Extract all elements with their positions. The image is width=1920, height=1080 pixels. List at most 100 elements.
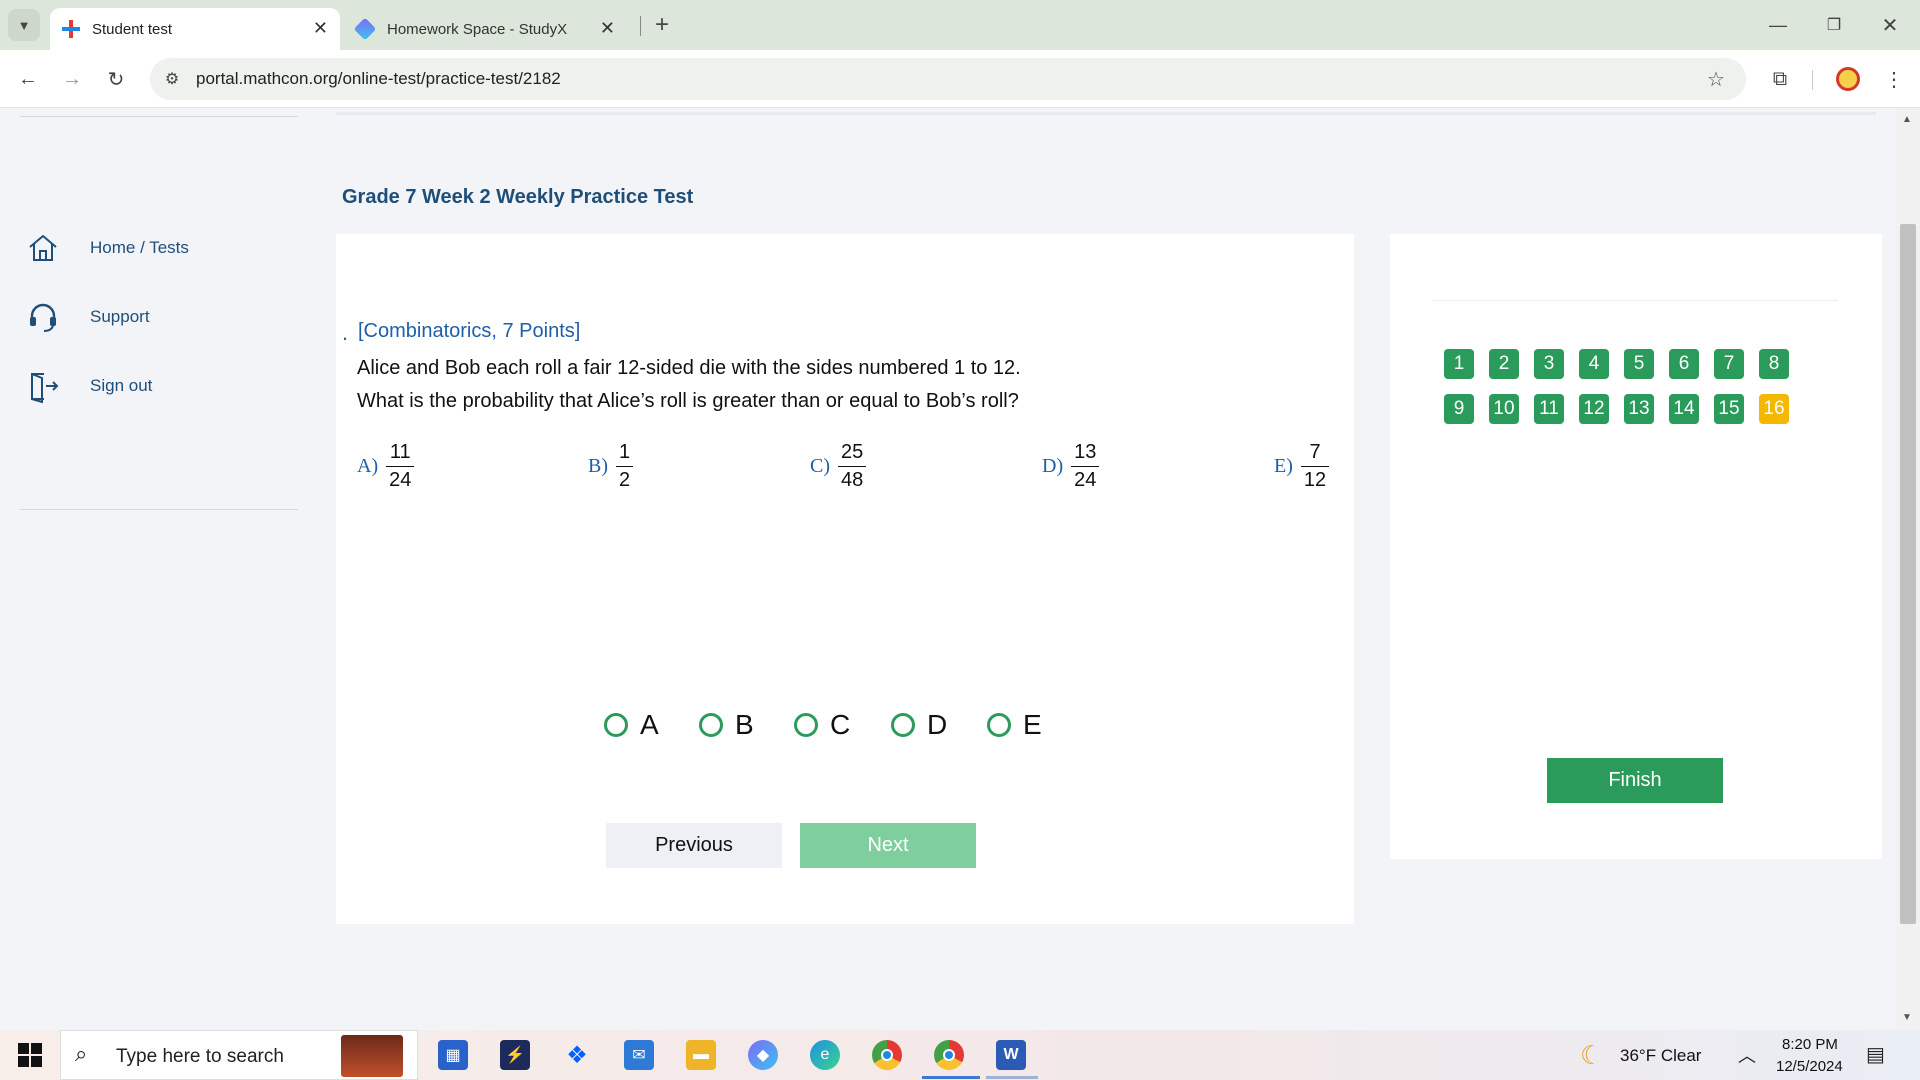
- file-explorer-icon[interactable]: ▬: [686, 1040, 716, 1070]
- finish-button[interactable]: Finish: [1547, 758, 1723, 803]
- question-number-4[interactable]: 4: [1579, 349, 1609, 379]
- question-number-13[interactable]: 13: [1624, 394, 1654, 424]
- search-icon: ⌕: [75, 1041, 88, 1066]
- question-number-7[interactable]: 7: [1714, 349, 1744, 379]
- close-tab-icon[interactable]: ✕: [600, 18, 615, 39]
- question-number-12[interactable]: 12: [1579, 394, 1609, 424]
- fraction: 11 24: [386, 441, 415, 492]
- radio-label: B: [735, 709, 754, 740]
- address-bar[interactable]: ⚙ portal.mathcon.org/online-test/practic…: [150, 58, 1746, 100]
- clock-time[interactable]: 8:20 PM: [1782, 1036, 1838, 1053]
- notifications-icon[interactable]: ▤: [1866, 1042, 1885, 1067]
- question-number-10[interactable]: 10: [1489, 394, 1519, 424]
- sidebar-item-sign-out[interactable]: Sign out: [26, 369, 152, 403]
- active-app-indicator: [922, 1076, 980, 1079]
- dropbox-icon[interactable]: ❖: [562, 1040, 592, 1070]
- chrome-icon[interactable]: [872, 1040, 902, 1070]
- question-number-9[interactable]: 9: [1444, 394, 1474, 424]
- answer-radio-c[interactable]: C: [794, 709, 850, 741]
- edge-icon[interactable]: e: [810, 1040, 840, 1070]
- radio-circle[interactable]: [699, 713, 723, 737]
- close-window-icon[interactable]: ✕: [1874, 9, 1906, 41]
- close-tab-icon[interactable]: ✕: [313, 18, 328, 39]
- show-hidden-icons-icon[interactable]: ︿: [1738, 1042, 1756, 1068]
- question-number-14[interactable]: 14: [1669, 394, 1699, 424]
- restore-window-icon[interactable]: ❐: [1818, 9, 1850, 41]
- new-tab-icon[interactable]: +: [646, 9, 678, 41]
- fraction: 13 24: [1071, 441, 1100, 492]
- choice-b: B) 12: [588, 441, 634, 492]
- chrome-active-icon[interactable]: [934, 1040, 964, 1070]
- question-number-8[interactable]: 8: [1759, 349, 1789, 379]
- numerator: 13: [1074, 441, 1097, 463]
- question-number-5[interactable]: 5: [1624, 349, 1654, 379]
- site-settings-icon[interactable]: ⚙: [156, 63, 188, 95]
- clock-date[interactable]: 12/5/2024: [1776, 1058, 1843, 1075]
- profile-avatar[interactable]: [1836, 67, 1860, 91]
- headset-icon: [30, 303, 56, 332]
- radio-circle[interactable]: [794, 713, 818, 737]
- question-number-15[interactable]: 15: [1714, 394, 1744, 424]
- tab-search-dropdown-icon[interactable]: ▼: [8, 9, 40, 41]
- question-number-6[interactable]: 6: [1669, 349, 1699, 379]
- sign-out-icon: [31, 373, 59, 403]
- weather-text[interactable]: 36°F Clear: [1620, 1046, 1701, 1066]
- bookmark-star-icon[interactable]: ☆: [1700, 63, 1732, 95]
- page-scrollbar[interactable]: ▲ ▼: [1896, 108, 1920, 1030]
- question-number-2[interactable]: 2: [1489, 349, 1519, 379]
- numerator: 25: [841, 441, 864, 463]
- mail-icon[interactable]: ✉: [624, 1040, 654, 1070]
- choice-d: D) 13 24: [1042, 441, 1100, 492]
- sidebar-top-divider: [20, 116, 298, 117]
- question-number-3[interactable]: 3: [1534, 349, 1564, 379]
- numerator: 7: [1309, 441, 1321, 463]
- choice-label: D): [1042, 455, 1064, 477]
- numerator: 11: [389, 441, 411, 463]
- mathcon-favicon-icon: [62, 20, 80, 38]
- sidebar-item-label: Sign out: [90, 376, 153, 395]
- next-button[interactable]: Next: [800, 823, 976, 868]
- forward-icon[interactable]: →: [56, 63, 88, 95]
- radio-circle[interactable]: [987, 713, 1011, 737]
- app-icon[interactable]: ⚡: [500, 1040, 530, 1070]
- taskbar-search-box[interactable]: ⌕ Type here to search: [60, 1030, 418, 1080]
- extensions-icon[interactable]: ⧉: [1764, 63, 1796, 95]
- reload-icon[interactable]: ↻: [100, 63, 132, 95]
- answer-radio-e[interactable]: E: [987, 709, 1042, 741]
- radio-circle[interactable]: [604, 713, 628, 737]
- answer-radio-a[interactable]: A: [604, 709, 659, 741]
- browser-tab-strip: ▼ Student test ✕ Homework Space - StudyX…: [0, 0, 1920, 50]
- previous-button[interactable]: Previous: [606, 823, 782, 868]
- windows-start-icon[interactable]: [18, 1043, 42, 1067]
- choice-label: B): [588, 455, 608, 477]
- sidebar-item-home-tests[interactable]: Home / Tests: [26, 231, 189, 265]
- search-placeholder: Type here to search: [116, 1046, 284, 1067]
- minimize-window-icon[interactable]: —: [1762, 9, 1794, 41]
- question-bullet: .: [342, 320, 349, 345]
- denominator: 24: [1071, 466, 1100, 492]
- microsoft-store-icon[interactable]: ▦: [438, 1040, 468, 1070]
- menu-kebab-icon[interactable]: ⋮: [1878, 63, 1910, 95]
- scroll-down-icon[interactable]: ▼: [1902, 1012, 1912, 1023]
- studyx-favicon-icon: [353, 17, 377, 41]
- copilot-icon[interactable]: ◆: [748, 1040, 778, 1070]
- word-icon[interactable]: W: [996, 1040, 1026, 1070]
- scroll-up-icon[interactable]: ▲: [1902, 114, 1912, 125]
- question-number-1[interactable]: 1: [1444, 349, 1474, 379]
- question-number-16[interactable]: 16: [1759, 394, 1789, 424]
- page-title: Grade 7 Week 2 Weekly Practice Test: [342, 186, 694, 208]
- question-number-11[interactable]: 11: [1534, 394, 1564, 424]
- tab-homework-space[interactable]: Homework Space - StudyX ✕: [345, 8, 635, 50]
- radio-label: A: [640, 709, 659, 740]
- question-category: [Combinatorics, 7 Points]: [358, 320, 581, 342]
- sidebar-item-support[interactable]: Support: [26, 300, 150, 334]
- fraction: 7 12: [1300, 441, 1330, 492]
- moon-weather-icon: ☾: [1580, 1040, 1604, 1070]
- scrollbar-thumb[interactable]: [1900, 224, 1916, 924]
- answer-radio-d[interactable]: D: [891, 709, 947, 741]
- tab-title: Homework Space - StudyX: [387, 20, 568, 38]
- answer-radio-b[interactable]: B: [699, 709, 754, 741]
- radio-circle[interactable]: [891, 713, 915, 737]
- back-icon[interactable]: ←: [12, 63, 44, 95]
- tab-student-test[interactable]: Student test ✕: [50, 8, 340, 50]
